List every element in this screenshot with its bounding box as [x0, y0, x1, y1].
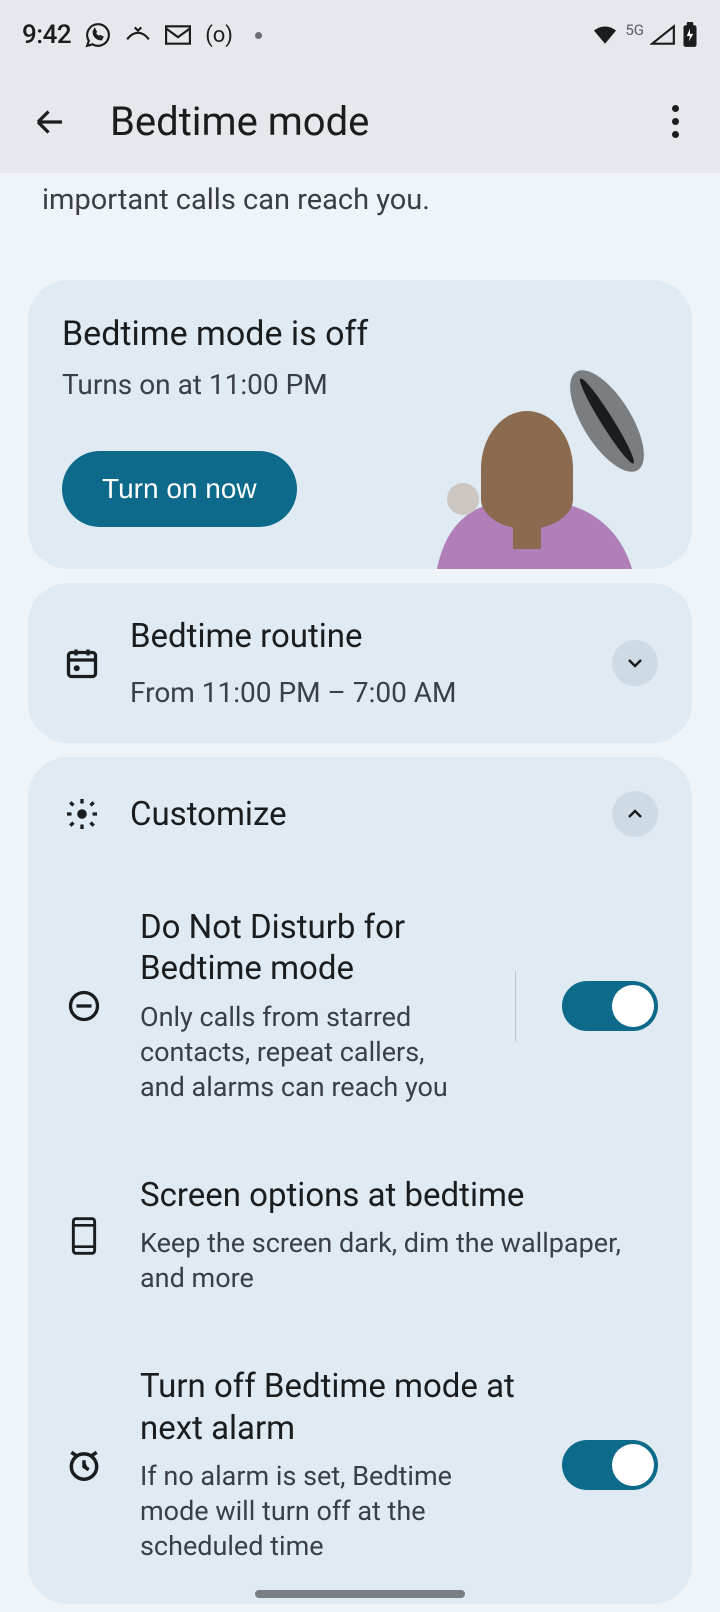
missed-call-icon	[125, 24, 151, 46]
option-dnd-title: Do Not Disturb for Bedtime mode	[140, 907, 467, 990]
arrow-left-icon	[32, 104, 68, 140]
battery-charging-icon	[682, 22, 698, 48]
gear-icon	[62, 796, 102, 832]
chevron-up-icon	[623, 802, 647, 826]
bedtime-routine-card[interactable]: Bedtime routine From 11:00 PM – 7:00 AM	[28, 583, 692, 743]
option-screen[interactable]: Screen options at bedtime Keep the scree…	[62, 1175, 658, 1296]
customize-header[interactable]: Customize	[62, 791, 658, 837]
bedtime-illustration-icon	[417, 369, 657, 569]
chevron-down-icon	[623, 651, 647, 675]
page-title: Bedtime mode	[110, 98, 650, 145]
back-button[interactable]	[20, 92, 80, 152]
customize-card: Customize Do Not Disturb for Bedtime mod…	[28, 757, 692, 1604]
option-screen-title: Screen options at bedtime	[140, 1175, 648, 1216]
notification-group-icon: (o)	[205, 23, 233, 48]
option-dnd[interactable]: Do Not Disturb for Bedtime mode Only cal…	[62, 907, 658, 1105]
phone-screen-icon	[62, 1216, 106, 1256]
overflow-menu-button[interactable]	[650, 97, 700, 147]
customize-collapse-button[interactable]	[612, 791, 658, 837]
status-bar: 9:42 (o) 5G	[0, 0, 720, 70]
status-time: 9:42	[22, 20, 71, 50]
status-title: Bedtime mode is off	[62, 314, 658, 354]
option-screen-subtitle: Keep the screen dark, dim the wallpaper,…	[140, 1226, 648, 1296]
intro-text: important calls can reach you.	[28, 173, 692, 280]
routine-subtitle: From 11:00 PM – 7:00 AM	[130, 676, 584, 709]
routine-title: Bedtime routine	[130, 617, 584, 656]
whatsapp-icon	[85, 22, 111, 48]
gmail-icon	[165, 24, 191, 46]
dnd-toggle[interactable]	[562, 981, 658, 1031]
alarm-clock-icon	[62, 1446, 106, 1484]
option-alarm-off-subtitle: If no alarm is set, Bedtime mode will tu…	[140, 1459, 518, 1564]
wifi-icon	[591, 24, 619, 46]
routine-expand-button[interactable]	[612, 640, 658, 686]
calendar-icon	[62, 645, 102, 681]
network-type-label: 5G	[625, 21, 644, 39]
navigation-handle[interactable]	[255, 1590, 465, 1598]
divider	[515, 971, 516, 1041]
customize-title: Customize	[130, 795, 584, 834]
cellular-signal-icon	[650, 24, 676, 46]
option-dnd-subtitle: Only calls from starred contacts, repeat…	[140, 1000, 467, 1105]
bedtime-status-card: Bedtime mode is off Turns on at 11:00 PM…	[28, 280, 692, 569]
app-bar: Bedtime mode	[0, 70, 720, 173]
turn-on-now-button[interactable]: Turn on now	[62, 451, 297, 527]
option-alarm-off[interactable]: Turn off Bedtime mode at next alarm If n…	[62, 1366, 658, 1564]
notification-dot-icon	[255, 32, 262, 39]
option-alarm-off-title: Turn off Bedtime mode at next alarm	[140, 1366, 518, 1449]
do-not-disturb-icon	[62, 988, 106, 1024]
alarm-off-toggle[interactable]	[562, 1440, 658, 1490]
